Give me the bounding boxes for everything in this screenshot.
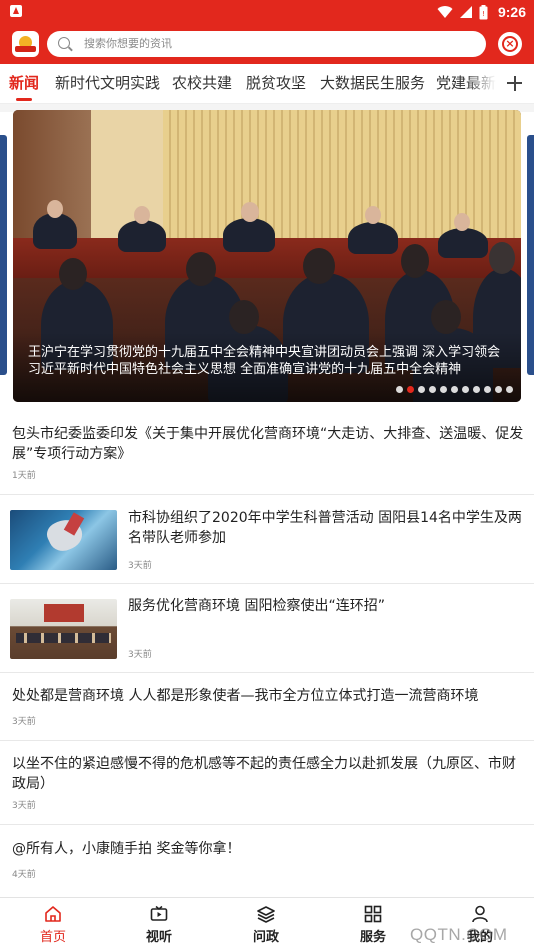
news-title: 市科协组织了2020年中学生科普营活动 固阳县14名中学生及两名带队老师参加: [128, 510, 522, 546]
nav-label: 问政: [252, 930, 279, 945]
logo-band-icon: [15, 46, 36, 52]
carousel-dot[interactable]: [418, 386, 425, 393]
nav-home[interactable]: 首页: [0, 898, 106, 950]
wifi-icon: [437, 6, 453, 19]
tab-news[interactable]: 新闻: [9, 74, 39, 92]
signal-icon: [459, 6, 472, 18]
search-bar[interactable]: 搜索你想要的资讯: [47, 31, 486, 57]
status-icons: ! 9:26: [437, 3, 526, 21]
news-time: 3天前: [12, 717, 36, 727]
banner-photo-head: [186, 252, 216, 286]
news-item[interactable]: @所有人，小康随手拍 奖金等你拿！ 4天前: [0, 825, 534, 895]
nav-video[interactable]: 视听: [106, 898, 212, 950]
banner-photo-person: [438, 228, 488, 258]
search-icon: [58, 37, 70, 49]
banner-photo-head: [489, 242, 515, 274]
news-item[interactable]: 服务优化营商环境 固阳检察使出“连环招” 3天前: [0, 584, 534, 673]
nav-inquiry[interactable]: 问政: [213, 898, 319, 950]
add-channel-icon[interactable]: [496, 64, 534, 103]
tab-farm-school[interactable]: 农校共建: [172, 74, 232, 92]
search-placeholder: 搜索你想要的资讯: [84, 37, 172, 50]
svg-text:!: !: [482, 10, 485, 18]
carousel-next-peek[interactable]: [527, 135, 534, 375]
banner-caption: 王沪宁在学习贯彻党的十九届五中全会精神中央宣讲团动员会上强调 深入学习领会习近平…: [28, 345, 501, 377]
battery-icon: !: [479, 4, 488, 19]
carousel-dot[interactable]: [506, 386, 513, 393]
channel-tabs: 新闻 新时代文明实践 农校共建 脱贫攻坚 大数据民生服务 党建最新热: [0, 64, 534, 104]
tab-civilization-practice[interactable]: 新时代文明实践: [55, 74, 160, 92]
carousel-dot[interactable]: [462, 386, 469, 393]
banner-photo-person: [348, 222, 398, 254]
carousel-dot[interactable]: [451, 386, 458, 393]
banner-photo-person: [223, 218, 275, 252]
news-item[interactable]: 市科协组织了2020年中学生科普营活动 固阳县14名中学生及两名带队老师参加 3…: [0, 495, 534, 584]
banner-photo-pillar: [91, 110, 163, 238]
news-time: 3天前: [128, 650, 152, 660]
news-item[interactable]: 处处都是营商环境 人人都是形象使者—我市全方位立体式打造一流营商环境 3天前: [0, 673, 534, 741]
carousel-dot[interactable]: [473, 386, 480, 393]
news-time: 3天前: [128, 561, 152, 571]
app-logo[interactable]: [12, 31, 39, 57]
thumbnail-people: [16, 633, 111, 643]
carousel-prev-peek[interactable]: [0, 135, 7, 375]
video-icon: [150, 905, 168, 923]
tab-big-data-services[interactable]: 大数据民生服务: [320, 74, 425, 92]
news-title: 以坐不住的紧迫感慢不得的危机感等不起的责任感全力以赴抓发展（九原区、市财政局）: [12, 756, 516, 792]
layers-icon: [257, 905, 275, 923]
thumbnail-screen: [44, 604, 84, 622]
tab-poverty-relief[interactable]: 脱贫攻坚: [246, 74, 306, 92]
grid-icon: [364, 905, 382, 923]
nav-label: 视听: [145, 930, 172, 945]
news-time: 3天前: [12, 801, 36, 811]
news-item[interactable]: 以坐不住的紧迫感慢不得的危机感等不起的责任感全力以赴抓发展（九原区、市财政局） …: [0, 741, 534, 825]
watermark: QQTN.COM: [410, 925, 508, 944]
app-header: 搜索你想要的资讯 ×: [0, 24, 534, 64]
banner-photo-head: [401, 244, 429, 278]
carousel-dot[interactable]: [440, 386, 447, 393]
news-thumbnail: [10, 510, 117, 570]
status-time: 9:26: [497, 4, 526, 20]
banner-photo-head: [241, 202, 259, 222]
news-item[interactable]: 包头市纪委监委印发《关于集中开展优化营商环境“大走访、大排查、送温暖、促发展”专…: [0, 410, 534, 495]
close-button[interactable]: ×: [498, 32, 522, 56]
status-bar: ! 9:26: [0, 0, 534, 24]
banner-photo-head: [431, 300, 461, 334]
banner-photo-head: [365, 206, 381, 224]
user-icon: [471, 905, 489, 923]
carousel-dot[interactable]: [484, 386, 491, 393]
news-thumbnail: [10, 599, 117, 659]
app-badge-icon: [10, 5, 22, 17]
carousel-dot[interactable]: [429, 386, 436, 393]
banner-photo-person: [118, 220, 166, 252]
banner-photo-head: [59, 258, 87, 290]
carousel-dots: [396, 386, 513, 393]
carousel-dot[interactable]: [407, 386, 414, 393]
carousel-dot[interactable]: [495, 386, 502, 393]
news-time: 1天前: [12, 471, 36, 481]
banner-photo-head: [454, 213, 470, 231]
banner-photo-head: [303, 248, 335, 284]
news-title: 服务优化营商环境 固阳检察使出“连环招”: [128, 598, 385, 614]
nav-label: 首页: [39, 930, 66, 945]
news-title: 包头市纪委监委印发《关于集中开展优化营商环境“大走访、大排查、送温暖、促发展”专…: [12, 426, 524, 462]
tabs-fade: [466, 64, 496, 103]
close-icon: ×: [502, 36, 518, 52]
banner-photo-head: [134, 206, 150, 224]
banner-photo-head: [47, 200, 63, 218]
active-tab-indicator: [16, 98, 32, 101]
news-time: 4天前: [12, 870, 36, 880]
banner-carousel[interactable]: 王沪宁在学习贯彻党的十九届五中全会精神中央宣讲团动员会上强调 深入学习领会习近平…: [13, 110, 521, 402]
carousel-dot[interactable]: [396, 386, 403, 393]
news-title: @所有人，小康随手拍 奖金等你拿！: [12, 841, 241, 857]
banner-photo-person: [33, 213, 77, 249]
home-icon: [44, 905, 62, 923]
banner-photo-head: [229, 300, 259, 334]
news-title: 处处都是营商环境 人人都是形象使者—我市全方位立体式打造一流营商环境: [12, 688, 479, 704]
